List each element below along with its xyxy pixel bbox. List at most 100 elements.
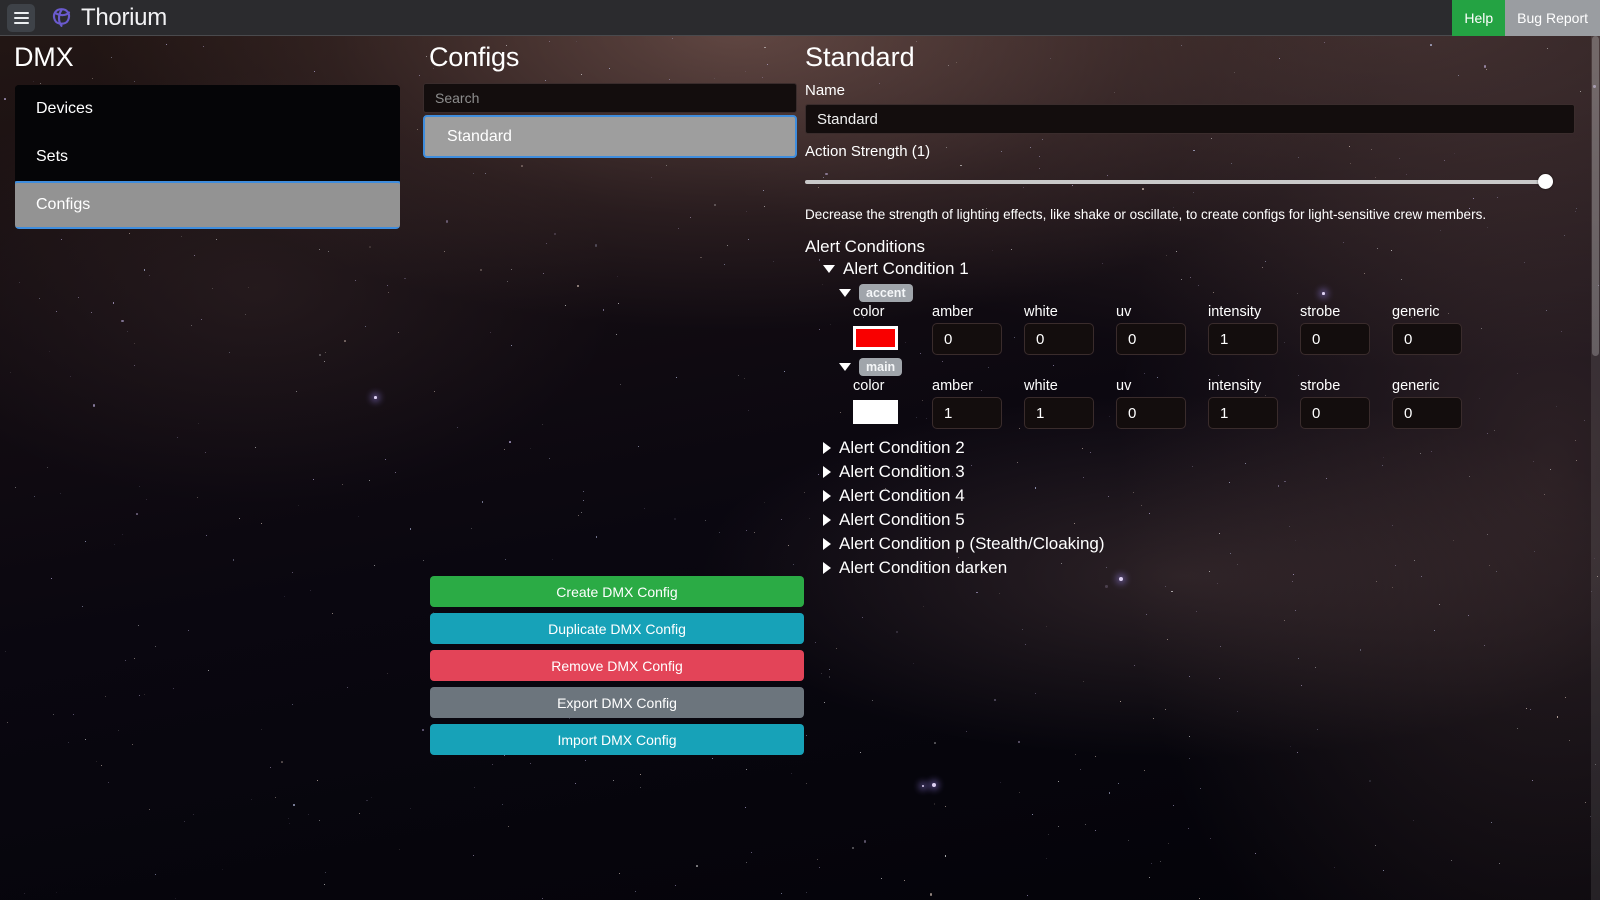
chevron-right-icon	[823, 442, 831, 454]
channel-input-uv[interactable]	[1116, 323, 1186, 355]
channel-input-amber[interactable]	[932, 397, 1002, 429]
device-tag: main	[859, 358, 903, 376]
channel-column-generic: generic	[1392, 378, 1462, 429]
channel-label: intensity	[1208, 378, 1262, 394]
alert-condition-toggle[interactable]: Alert Condition 2	[823, 436, 1600, 460]
scrollbar-thumb[interactable]	[1592, 36, 1599, 356]
alert-condition-toggle[interactable]: Alert Condition 5	[823, 508, 1600, 532]
channel-input-generic[interactable]	[1392, 323, 1462, 355]
config-items-list: Standard	[423, 115, 797, 158]
config-detail-panel: Standard Name Action Strength (1) Decrea…	[805, 36, 1600, 900]
alert-conditions-collapsed-list: Alert Condition 2 Alert Condition 3 Alert …	[805, 436, 1600, 580]
config-list-title: Configs	[429, 42, 520, 72]
channel-input-generic[interactable]	[1392, 397, 1462, 429]
channel-label: intensity	[1208, 304, 1262, 320]
channel-label: uv	[1116, 378, 1132, 394]
chevron-down-icon	[839, 289, 851, 297]
channel-column-uv: uv	[1116, 378, 1186, 429]
channel-column-strobe: strobe	[1300, 304, 1370, 355]
vertical-scrollbar[interactable]	[1591, 36, 1600, 900]
export-dmx-config-button[interactable]: Export DMX Config	[430, 687, 804, 718]
channel-label: white	[1024, 304, 1058, 320]
color-swatch[interactable]	[853, 326, 898, 350]
chevron-down-icon	[823, 265, 835, 273]
chevron-right-icon	[823, 514, 831, 526]
device-toggle-accent[interactable]: accent	[839, 284, 1600, 302]
device-tag: accent	[859, 284, 913, 302]
channel-input-amber[interactable]	[932, 323, 1002, 355]
alert-condition-label: Alert Condition 3	[839, 462, 965, 481]
alert-condition-label: Alert Condition p (Stealth/Cloaking)	[839, 534, 1105, 553]
channel-column-white: white	[1024, 304, 1094, 355]
app-title: Thorium	[81, 3, 167, 31]
config-action-buttons: Create DMX Config Duplicate DMX Config Rem…	[430, 576, 804, 755]
chevron-right-icon	[823, 538, 831, 550]
channel-column-uv: uv	[1116, 304, 1186, 355]
import-dmx-config-button[interactable]: Import DMX Config	[430, 724, 804, 755]
alert-condition-toggle[interactable]: Alert Condition 4	[823, 484, 1600, 508]
slider-thumb[interactable]	[1538, 174, 1553, 189]
color-swatch[interactable]	[853, 400, 898, 424]
create-dmx-config-button[interactable]: Create DMX Config	[430, 576, 804, 607]
alert-condition-label: Alert Condition 1	[843, 259, 969, 278]
help-button[interactable]: Help	[1452, 0, 1506, 36]
chevron-right-icon	[823, 490, 831, 502]
search-input[interactable]	[423, 83, 797, 113]
remove-dmx-config-button[interactable]: Remove DMX Config	[430, 650, 804, 681]
channel-input-strobe[interactable]	[1300, 397, 1370, 429]
channel-grid: color amber white uv intensity strobe generic	[853, 378, 1600, 429]
alert-condition-expanded: Alert Condition 1 accent color amber white uv…	[805, 257, 1600, 429]
channel-column-intensity: intensity	[1208, 378, 1278, 429]
alert-condition-label: Alert Condition 4	[839, 486, 965, 505]
channel-input-white[interactable]	[1024, 397, 1094, 429]
channel-column-color: color	[853, 304, 910, 355]
hamburger-icon[interactable]	[7, 3, 35, 32]
sidebar-nav-list: Devices Sets Configs	[15, 85, 400, 229]
device-toggle-main[interactable]: main	[839, 358, 1600, 376]
alert-condition-label: Alert Condition 2	[839, 438, 965, 457]
alert-condition-toggle[interactable]: Alert Condition 3	[823, 460, 1600, 484]
chevron-right-icon	[823, 562, 831, 574]
sidebar-item-sets[interactable]: Sets	[15, 133, 400, 181]
alert-condition-label: Alert Condition darken	[839, 558, 1008, 577]
channel-input-intensity[interactable]	[1208, 397, 1278, 429]
sidebar-item-configs[interactable]: Configs	[15, 181, 400, 229]
sidebar-item-label: Configs	[36, 196, 91, 213]
channel-label: uv	[1116, 304, 1132, 320]
sidebar-item-devices[interactable]: Devices	[15, 85, 400, 133]
channel-column-amber: amber	[932, 378, 1002, 429]
channel-label: generic	[1392, 378, 1440, 394]
topbar-actions: Help Bug Report	[1452, 0, 1600, 36]
config-list-item[interactable]: Standard	[423, 115, 797, 158]
channel-input-strobe[interactable]	[1300, 323, 1370, 355]
duplicate-dmx-config-button[interactable]: Duplicate DMX Config	[430, 613, 804, 644]
channel-label: generic	[1392, 304, 1440, 320]
top-bar: Thorium Help Bug Report	[0, 0, 1600, 36]
channel-column-generic: generic	[1392, 304, 1462, 355]
channel-grid: color amber white uv intensity strobe generic	[853, 304, 1600, 355]
channel-input-intensity[interactable]	[1208, 323, 1278, 355]
channel-column-strobe: strobe	[1300, 378, 1370, 429]
action-strength-slider[interactable]	[805, 174, 1553, 190]
action-strength-description: Decrease the strength of lighting effect…	[805, 207, 1487, 222]
channel-input-white[interactable]	[1024, 323, 1094, 355]
alert-condition-toggle[interactable]: Alert Condition p (Stealth/Cloaking)	[823, 532, 1600, 556]
channel-column-amber: amber	[932, 304, 1002, 355]
config-list-panel: Configs Standard Create DMX Config Duplic…	[415, 36, 805, 900]
name-field[interactable]	[805, 104, 1575, 134]
channel-label: strobe	[1300, 378, 1341, 394]
channel-column-color: color	[853, 378, 910, 429]
channel-label: amber	[932, 304, 974, 320]
channel-column-intensity: intensity	[1208, 304, 1278, 355]
channel-input-uv[interactable]	[1116, 397, 1186, 429]
bug-report-button[interactable]: Bug Report	[1505, 0, 1600, 36]
channel-label: strobe	[1300, 304, 1341, 320]
channel-label: color	[853, 304, 885, 320]
alert-condition-1-toggle[interactable]: Alert Condition 1	[823, 257, 1600, 281]
sidebar-title: DMX	[14, 42, 74, 72]
alert-condition-toggle[interactable]: Alert Condition darken	[823, 556, 1600, 580]
channel-label: color	[853, 378, 885, 394]
channel-label: amber	[932, 378, 974, 394]
sidebar-item-label: Devices	[36, 100, 93, 117]
channel-column-white: white	[1024, 378, 1094, 429]
